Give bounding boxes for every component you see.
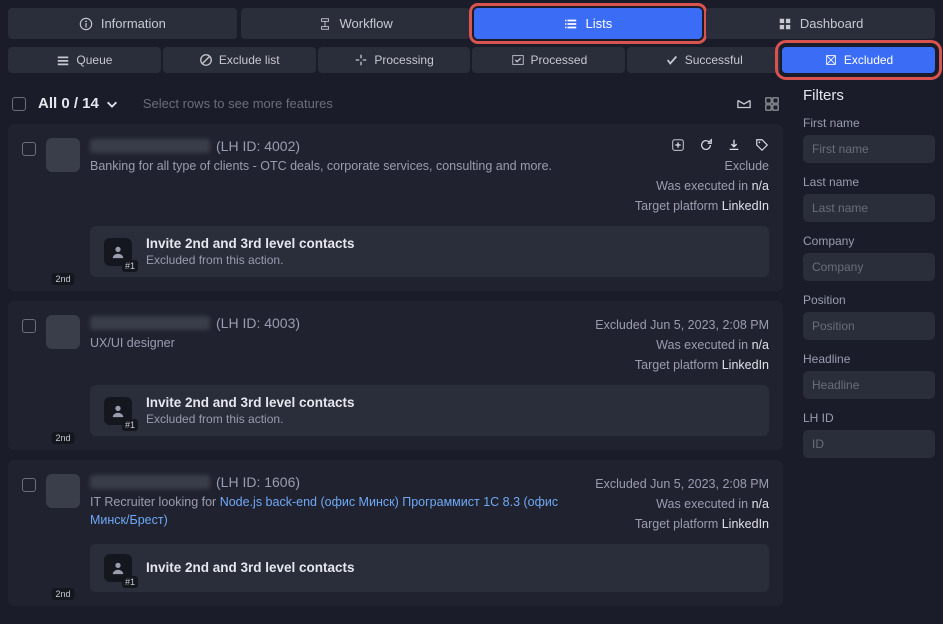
lists-icon (564, 17, 578, 31)
filter-input-first-name[interactable] (803, 135, 935, 163)
profile-card: 2nd (LH ID: 4003)UX/UI designerExcluded … (8, 301, 783, 450)
queue-icon (56, 53, 70, 67)
top-tab-dashboard[interactable]: Dashboard (706, 8, 935, 39)
profile-desc: UX/UI designer (90, 335, 595, 353)
successful-icon (665, 53, 679, 67)
filter-input-position[interactable] (803, 312, 935, 340)
profile-name-blurred (90, 139, 210, 153)
action-badge: #1 (122, 576, 138, 588)
sub-tab-queue[interactable]: Queue (8, 47, 161, 73)
tab-label: Workflow (340, 16, 393, 31)
filter-input-lh-id[interactable] (803, 430, 935, 458)
avatar[interactable] (46, 474, 80, 508)
sub-tab-processed[interactable]: Processed (472, 47, 625, 73)
tab-label: Dashboard (800, 16, 864, 31)
person-icon (111, 245, 125, 259)
action-title: Invite 2nd and 3rd level contacts (146, 236, 355, 251)
row-checkbox[interactable] (22, 319, 36, 333)
tag-icon (755, 138, 769, 152)
excluded-line: Excluded Jun 5, 2023, 2:08 PM (595, 315, 769, 335)
select-all-checkbox[interactable] (12, 97, 26, 111)
action-title: Invite 2nd and 3rd level contacts (146, 395, 355, 410)
subtab-label: Queue (76, 53, 112, 67)
profile-name-blurred (90, 475, 210, 489)
top-tab-information[interactable]: Information (8, 8, 237, 39)
profile-card: 2nd (LH ID: 1606) IT Recruiter looking fo… (8, 460, 783, 606)
info-icon (79, 17, 93, 31)
workflow-icon (318, 17, 332, 31)
avatar[interactable] (46, 138, 80, 172)
filter-label: First name (803, 116, 935, 130)
filter-label: Position (803, 293, 935, 307)
profile-card: 2nd (LH ID: 4002) Banking for all type of… (8, 124, 783, 291)
action-box: #1 Invite 2nd and 3rd level contacts (90, 544, 769, 592)
filter-label: Headline (803, 352, 935, 366)
action-sub: Excluded from this action. (146, 412, 355, 426)
person-icon (111, 404, 125, 418)
action-badge: #1 (122, 260, 138, 272)
card-meta: Excluded Jun 5, 2023, 2:08 PMWas execute… (595, 315, 769, 375)
lh-id: (LH ID: 4002) (216, 138, 300, 154)
lh-id: (LH ID: 4003) (216, 315, 300, 331)
card-meta: ExcludeWas executed in n/aTarget platfor… (635, 138, 769, 216)
action-box: #1 Invite 2nd and 3rd level contacts Exclu… (90, 226, 769, 277)
degree-badge: 2nd (51, 432, 74, 444)
dashboard-icon (778, 17, 792, 31)
top-tab-lists[interactable]: Lists (474, 8, 703, 39)
action-badge: #1 (122, 419, 138, 431)
processing-icon (354, 53, 368, 67)
excluded-line: Excluded Jun 5, 2023, 2:08 PM (595, 474, 769, 494)
subtab-label: Excluded (844, 53, 893, 67)
avatar[interactable] (46, 315, 80, 349)
filter-label: LH ID (803, 411, 935, 425)
exclude-icon (199, 53, 213, 67)
action-sub: Excluded from this action. (146, 253, 355, 267)
card-meta: Excluded Jun 5, 2023, 2:08 PMWas execute… (595, 474, 769, 534)
subtab-label: Exclude list (219, 53, 280, 67)
sub-tab-exclude-list[interactable]: Exclude list (163, 47, 316, 73)
filter-input-company[interactable] (803, 253, 935, 281)
sub-tab-successful[interactable]: Successful (627, 47, 780, 73)
profile-name-blurred (90, 316, 210, 330)
filter-input-headline[interactable] (803, 371, 935, 399)
download-icon (727, 138, 741, 152)
sub-tab-excluded[interactable]: Excluded (782, 47, 935, 73)
sub-tab-processing[interactable]: Processing (318, 47, 471, 73)
count-text: All 0 / 14 (38, 95, 99, 112)
filter-input-last-name[interactable] (803, 194, 935, 222)
subtab-label: Successful (685, 53, 743, 67)
row-checkbox[interactable] (22, 478, 36, 492)
profile-desc: IT Recruiter looking for Node.js back-en… (90, 494, 595, 529)
subtab-label: Processing (374, 53, 433, 67)
filter-label: Last name (803, 175, 935, 189)
filters-title: Filters (803, 87, 935, 104)
top-tab-workflow[interactable]: Workflow (241, 8, 470, 39)
excluded-icon (824, 53, 838, 67)
degree-badge: 2nd (51, 588, 74, 600)
lh-id: (LH ID: 1606) (216, 474, 300, 490)
refresh-icon (699, 138, 713, 152)
action-box: #1 Invite 2nd and 3rd level contacts Exclu… (90, 385, 769, 436)
tab-label: Lists (586, 16, 613, 31)
hint-text: Select rows to see more features (143, 96, 333, 111)
tab-label: Information (101, 16, 166, 31)
grid-icon[interactable] (765, 97, 779, 111)
profile-desc: Banking for all type of clients - OTC de… (90, 158, 635, 176)
action-title: Invite 2nd and 3rd level contacts (146, 560, 355, 575)
row-checkbox[interactable] (22, 142, 36, 156)
processed-icon (511, 53, 525, 67)
mail-icon[interactable] (737, 97, 751, 111)
excluded-line: Exclude (635, 156, 769, 176)
count-label[interactable]: All 0 / 14 (38, 95, 119, 112)
subtab-label: Processed (531, 53, 588, 67)
degree-badge: 2nd (51, 273, 74, 285)
chevron-down-icon (105, 97, 119, 111)
filter-label: Company (803, 234, 935, 248)
plus-icon (671, 138, 685, 152)
